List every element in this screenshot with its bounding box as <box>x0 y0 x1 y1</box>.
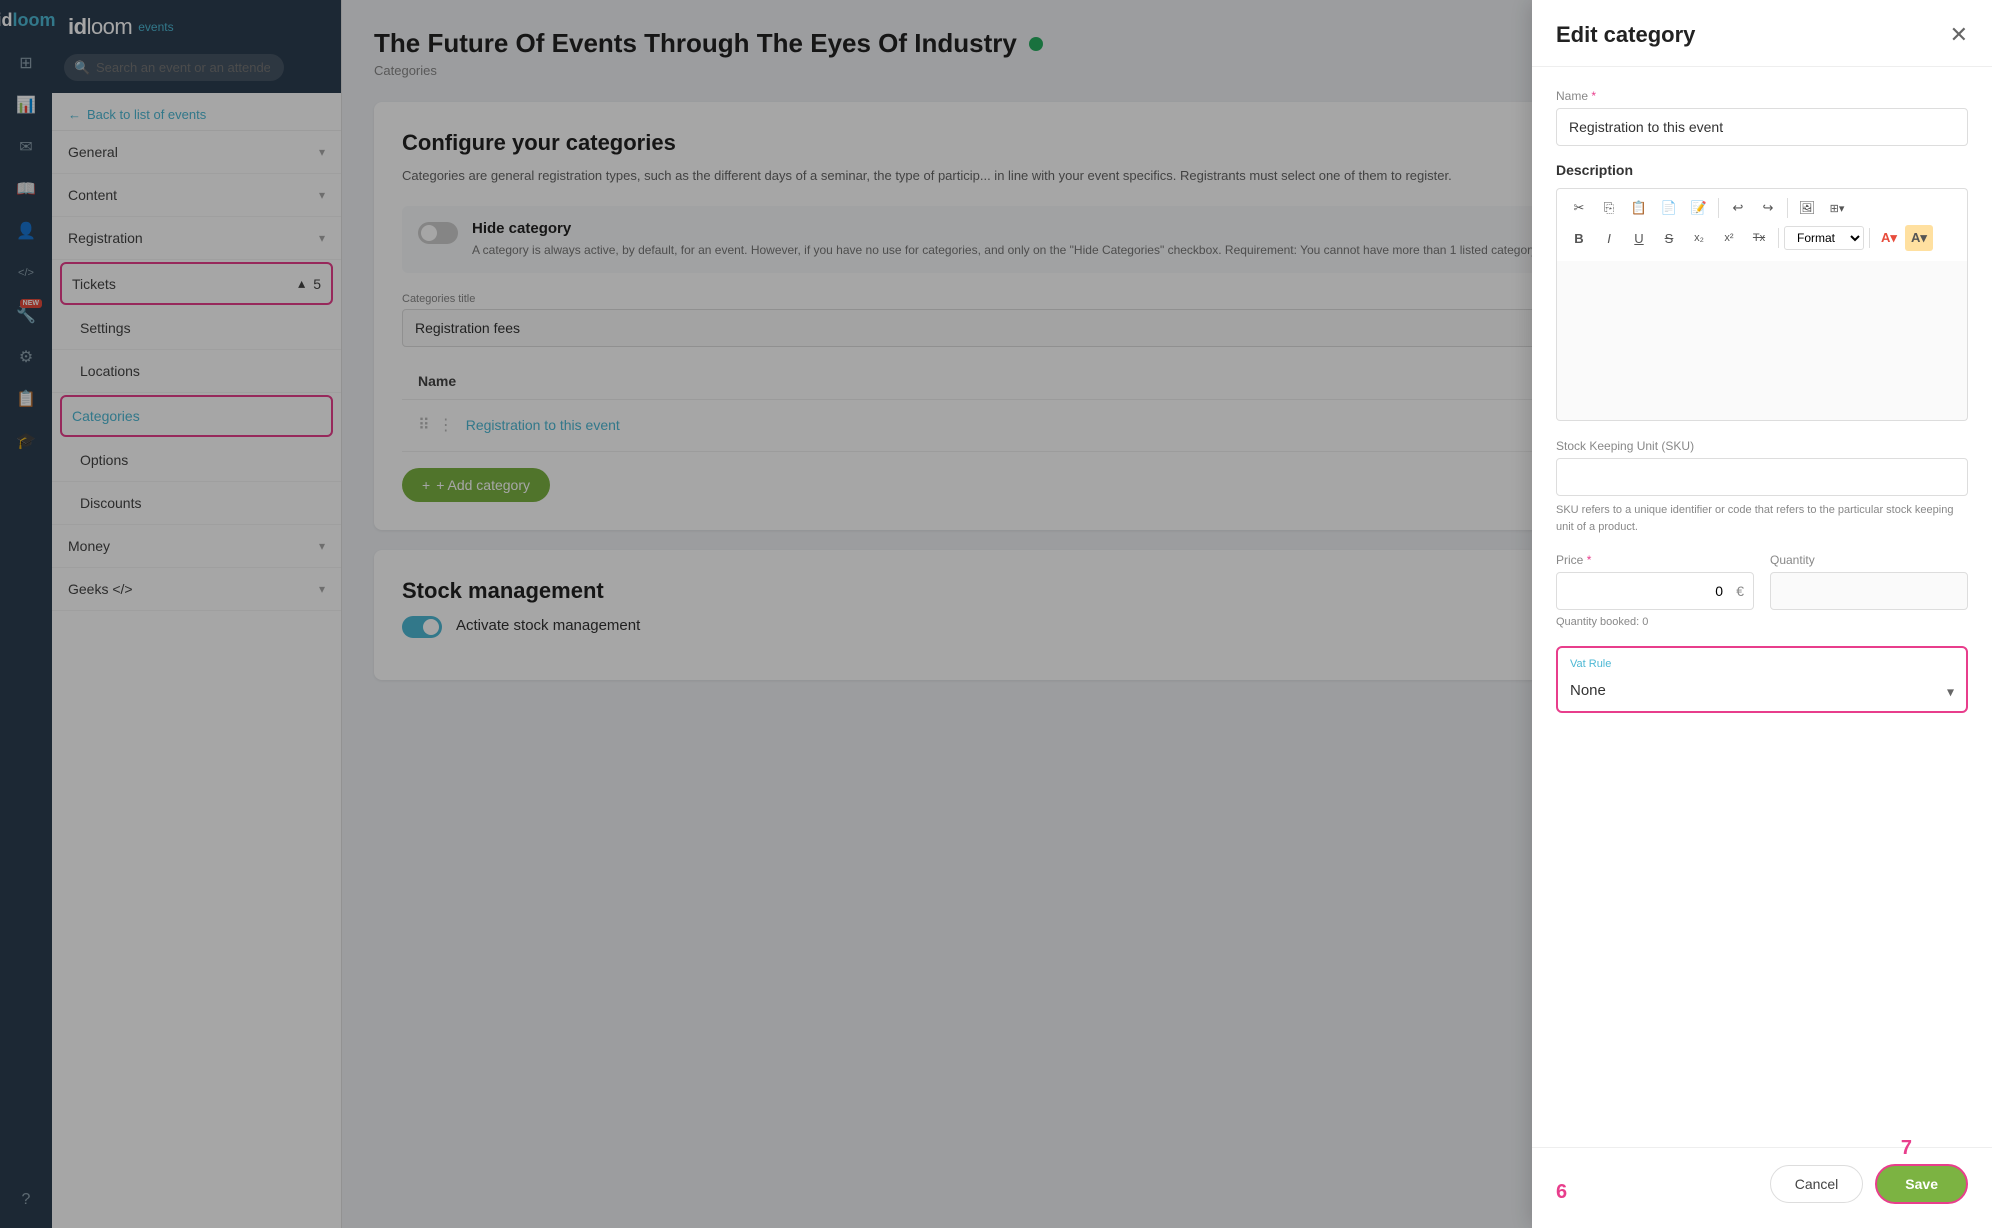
price-required-marker: * <box>1587 553 1592 567</box>
price-field: Price * € <box>1556 553 1754 610</box>
description-group: Description ✂ ⎘ 📋 📄 📝 ↩ ↪ 🖼 ⊞▾ <box>1556 162 1968 421</box>
step-7-label: 7 <box>1901 1137 1912 1160</box>
quantity-field: Quantity <box>1770 553 1968 610</box>
rte-bold-button[interactable]: B <box>1565 225 1593 251</box>
sku-label: Stock Keeping Unit (SKU) <box>1556 439 1968 453</box>
rte-italic-button[interactable]: I <box>1595 225 1623 251</box>
rte-underline-button[interactable]: U <box>1625 225 1653 251</box>
sku-help: SKU refers to a unique identifier or cod… <box>1556 502 1968 535</box>
modal-footer: 6 7 Cancel Save <box>1532 1147 1992 1228</box>
modal-overlay: Edit category ✕ Name * Description ✂ <box>0 0 1992 1228</box>
rte-superscript-button[interactable]: x² <box>1715 225 1743 251</box>
name-input[interactable] <box>1556 108 1968 146</box>
rte-divider-3 <box>1778 228 1779 248</box>
vat-select-wrapper: None ▾ <box>1560 674 1964 709</box>
modal-close-button[interactable]: ✕ <box>1950 24 1968 46</box>
rte-font-color-button[interactable]: A▾ <box>1875 225 1903 251</box>
currency-symbol: € <box>1736 583 1744 599</box>
price-qty-row: Price * € Quantity <box>1556 553 1968 610</box>
required-marker: * <box>1591 89 1596 103</box>
cancel-button[interactable]: Cancel <box>1770 1165 1864 1203</box>
vat-rule-label: Vat Rule <box>1560 650 1964 670</box>
quantity-field-label: Quantity <box>1770 553 1968 567</box>
rte-toolbar: ✂ ⎘ 📋 📄 📝 ↩ ↪ 🖼 ⊞▾ B I <box>1556 188 1968 261</box>
save-button[interactable]: Save <box>1875 1164 1968 1204</box>
quantity-input[interactable] <box>1770 572 1968 610</box>
sku-input[interactable] <box>1556 458 1968 496</box>
step-6-label: 6 <box>1556 1181 1567 1204</box>
rte-cut-button[interactable]: ✂ <box>1565 195 1593 221</box>
edit-category-modal: Edit category ✕ Name * Description ✂ <box>1532 0 1992 1228</box>
modal-body: Name * Description ✂ ⎘ 📋 📄 📝 <box>1532 67 1992 1147</box>
modal-title: Edit category <box>1556 22 1695 48</box>
price-input[interactable] <box>1556 572 1754 610</box>
rte-divider <box>1718 198 1719 218</box>
name-field-label: Name * <box>1556 89 1968 103</box>
rte-subscript-button[interactable]: x₂ <box>1685 225 1713 251</box>
rte-toolbar-row-1: ✂ ⎘ 📋 📄 📝 ↩ ↪ 🖼 ⊞▾ <box>1565 195 1959 221</box>
rte-paste-button[interactable]: 📋 <box>1625 195 1653 221</box>
rte-clear-format-button[interactable]: Tx <box>1745 225 1773 251</box>
modal-header: Edit category ✕ <box>1532 0 1992 67</box>
rte-content-area[interactable] <box>1556 261 1968 421</box>
rte-paste-plain-button[interactable]: 📄 <box>1655 195 1683 221</box>
description-label: Description <box>1556 162 1968 178</box>
rte-image-button[interactable]: 🖼 <box>1793 195 1821 221</box>
price-field-label: Price * <box>1556 553 1754 567</box>
rte-format-select[interactable]: Format <box>1784 226 1864 250</box>
quantity-booked-text: Quantity booked: 0 <box>1556 616 1968 628</box>
rte-copy-button[interactable]: ⎘ <box>1595 195 1623 221</box>
rte-redo-button[interactable]: ↪ <box>1754 195 1782 221</box>
rte-bg-color-button[interactable]: A▾ <box>1905 225 1933 251</box>
rte-toolbar-row-2: B I U S x₂ x² Tx Format A▾ A▾ <box>1565 225 1959 251</box>
rte-paste-word-button[interactable]: 📝 <box>1685 195 1713 221</box>
rte-table-button[interactable]: ⊞▾ <box>1823 195 1851 221</box>
vat-rule-field-wrapper: Vat Rule None ▾ <box>1556 646 1968 713</box>
name-field-group: Name * <box>1556 89 1968 162</box>
rte-strikethrough-button[interactable]: S <box>1655 225 1683 251</box>
rte-divider-2 <box>1787 198 1788 218</box>
sku-group: Stock Keeping Unit (SKU) SKU refers to a… <box>1556 439 1968 535</box>
vat-rule-select[interactable]: None <box>1560 674 1964 709</box>
rte-divider-4 <box>1869 228 1870 248</box>
rte-undo-button[interactable]: ↩ <box>1724 195 1752 221</box>
price-input-wrapper: € <box>1556 572 1754 610</box>
